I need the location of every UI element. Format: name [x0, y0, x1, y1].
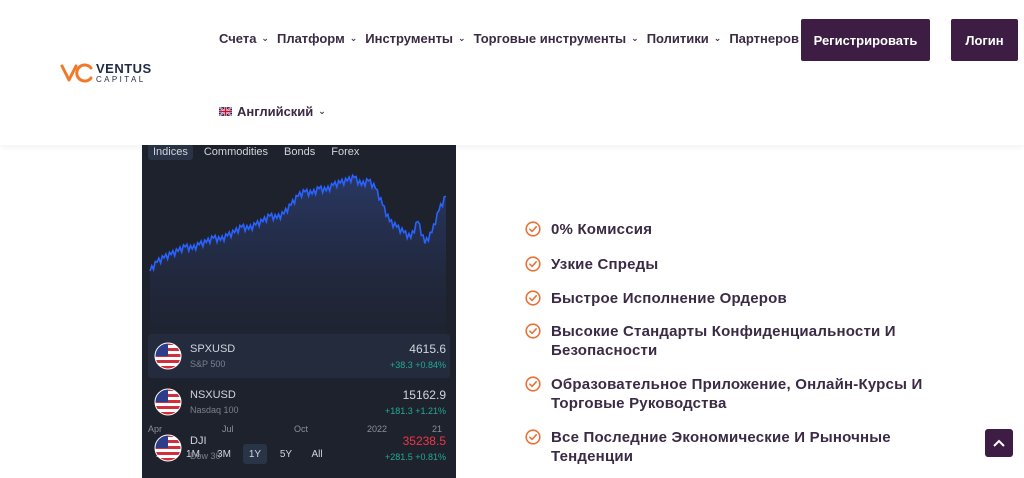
nav-item-label: Торговые инструменты	[473, 31, 627, 46]
feature-text: Образовательное Приложение, Онлайн-Курсы…	[551, 376, 923, 412]
check-circle-icon	[525, 290, 541, 306]
tab-forex[interactable]: Forex	[326, 144, 364, 160]
language-label: Английский	[237, 104, 314, 119]
feature-text: Все Последние Экономические И Рыночные Т…	[551, 429, 891, 465]
market-tabs: Indices Commodities Bonds Forex	[148, 144, 370, 160]
login-button[interactable]: Логин	[951, 19, 1018, 61]
check-circle-icon	[525, 376, 541, 392]
symbol-change: +181.3 +1.21%	[384, 406, 446, 416]
symbol-row-spxusd[interactable]: SPXUSD S&P 500 4615.6 +38.3 +0.84%	[148, 334, 450, 378]
symbol-row-nsxusd[interactable]: NSXUSD Nasdaq 100 15162.9 +181.3 +1.21%	[148, 380, 450, 424]
tab-bonds[interactable]: Bonds	[279, 144, 320, 160]
nav-item-3[interactable]: Торговые инструменты ⌄	[474, 31, 639, 46]
logo[interactable]: VENTUS CAPITAL	[60, 62, 152, 84]
nav-item-label: Платформ	[276, 31, 345, 46]
feature-item: Быстрое Исполнение Ордеров	[525, 289, 945, 308]
chevron-up-icon	[993, 439, 1005, 447]
nav-item-label: Счета	[219, 31, 257, 46]
symbol-row-dji[interactable]: DJI Dow 30 35238.5 +281.5 +0.81%	[148, 426, 450, 470]
nav-item-2[interactable]: Инструменты ⌄	[365, 31, 465, 46]
symbol-desc: S&P 500	[190, 359, 226, 369]
symbol-price: 4615.6	[409, 342, 446, 356]
chevron-down-icon: ⌄	[631, 33, 639, 43]
main-nav: Счета ⌄ Платформ ⌄ Инструменты ⌄ Торговые инст…	[219, 31, 807, 46]
chevron-down-icon: ⌄	[261, 33, 269, 43]
feature-text: Узкие Спреды	[551, 256, 659, 273]
check-circle-icon	[525, 429, 541, 445]
symbol-change: +38.3 +0.84%	[389, 360, 446, 370]
symbol-price: 35238.5	[402, 434, 446, 448]
nav-item-label: Партнеров	[729, 31, 799, 46]
tab-commodities[interactable]: Commodities	[199, 144, 273, 160]
symbol-price: 15162.9	[402, 388, 446, 402]
nav-item-label: Политики	[646, 31, 709, 46]
feature-text: Высокие Стандарты Конфиденциальности И Б…	[551, 323, 896, 359]
nav-item-label: Инструменты	[365, 31, 454, 46]
feature-item: Образовательное Приложение, Онлайн-Курсы…	[525, 375, 945, 413]
feature-item: Узкие Спреды	[525, 255, 945, 274]
symbol-name: DJI	[190, 435, 207, 447]
market-overview-widget: Indices Commodities Bonds Forex Apr Jul Oct 20…	[142, 142, 456, 478]
chevron-down-icon: ⌄	[318, 106, 326, 116]
tab-indices[interactable]: Indices	[148, 144, 193, 160]
feature-item: Все Последние Экономические И Рыночные Т…	[525, 428, 945, 466]
check-circle-icon	[525, 221, 541, 237]
nav-item-1[interactable]: Платформ ⌄	[277, 31, 357, 46]
register-button[interactable]: Регистрировать	[801, 19, 930, 61]
check-circle-icon	[525, 323, 541, 339]
feature-item: 0% Комиссия	[525, 220, 945, 239]
symbol-name: NSXUSD	[190, 389, 236, 401]
symbol-desc: Nasdaq 100	[190, 405, 239, 415]
feature-text: 0% Комиссия	[551, 221, 653, 238]
nav-item-4[interactable]: Политики ⌄	[647, 31, 722, 46]
logo-name: VENTUS	[96, 61, 152, 76]
symbol-desc: Dow 30	[190, 451, 221, 461]
check-circle-icon	[525, 256, 541, 272]
nav-item-5[interactable]: Партнеров	[729, 31, 799, 46]
uk-flag-icon	[219, 107, 232, 116]
chevron-down-icon: ⌄	[349, 33, 358, 43]
logo-sub: CAPITAL	[96, 75, 146, 84]
symbol-name: SPXUSD	[190, 343, 236, 355]
symbol-change: +281.5 +0.81%	[384, 452, 446, 462]
us-flag-icon	[154, 342, 182, 370]
ventus-logo-icon	[60, 63, 93, 83]
us-flag-icon	[154, 388, 182, 416]
chevron-down-icon: ⌄	[458, 33, 466, 43]
page: VENTUS CAPITAL Счета ⌄ Платформ ⌄ Инструмент…	[0, 0, 1024, 478]
chevron-down-icon: ⌄	[713, 33, 722, 43]
nav-item-0[interactable]: Счета ⌄	[219, 31, 269, 46]
scroll-to-top-button[interactable]	[985, 429, 1013, 457]
us-flag-icon	[154, 434, 182, 462]
site-header: VENTUS CAPITAL Счета ⌄ Платформ ⌄ Инструмент…	[0, 0, 1024, 145]
language-selector[interactable]: Английский ⌄	[219, 104, 326, 119]
feature-item: Высокие Стандарты Конфиденциальности И Б…	[525, 322, 945, 360]
feature-text: Быстрое Исполнение Ордеров	[551, 290, 787, 307]
